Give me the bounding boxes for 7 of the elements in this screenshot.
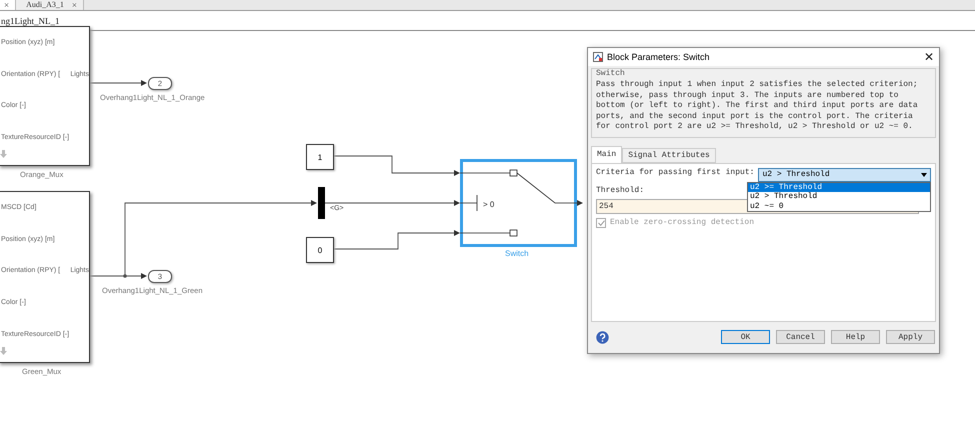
field-label: Threshold: bbox=[596, 186, 644, 195]
switch-condition: > 0 bbox=[483, 200, 494, 209]
field-label: Criteria for passing first input: bbox=[596, 168, 754, 177]
description: Pass through input 1 when input 2 satisfies the selected criterion; otherwise, pass through input 3. The inputs are numbered top to bottom (or left to right). The first and third input ports are data ports, and the second input port is the control port. The criteria for control port 2 are u2 >= Threshold, u2 > Threshold or u2 ~= 0. bbox=[596, 80, 919, 133]
window-title: Block Parameters: Switch bbox=[607, 52, 711, 62]
block-name: Switch bbox=[505, 249, 529, 258]
group-label: Switch bbox=[596, 69, 626, 78]
